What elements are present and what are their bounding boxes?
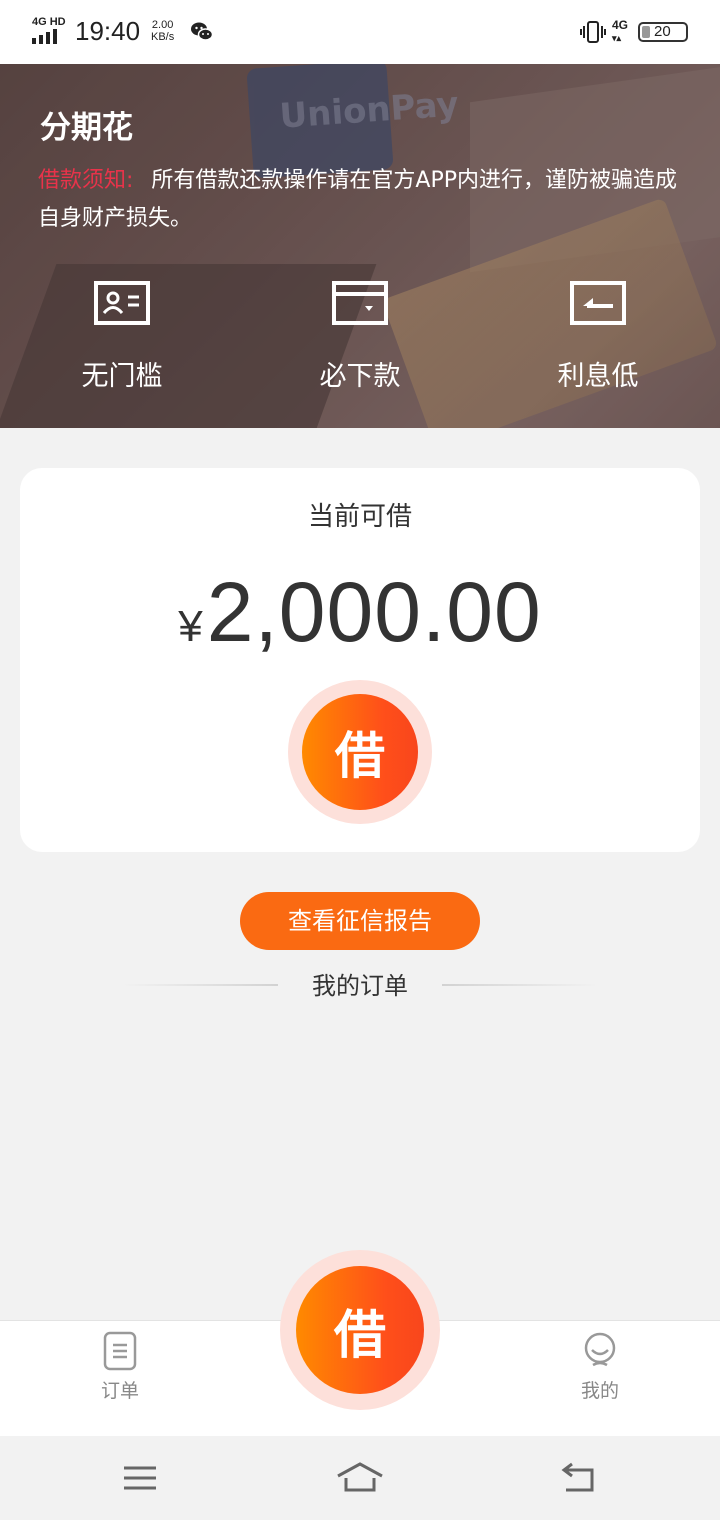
tab-orders-label: 订单 (100, 1380, 139, 1402)
home-icon[interactable] (336, 1460, 384, 1496)
notice-text: 所有借款还款操作请在官方APP内进行，谨防被骗造成自身财产损失。 (38, 168, 678, 231)
feature-label: 必下款 (319, 361, 401, 392)
header-banner: UnionPay 分期花 借款须知: 所有借款还款操作请在官方APP内进行，谨防被… (0, 64, 720, 428)
speed-value: 2.00 (151, 19, 174, 31)
id-card-icon (94, 281, 150, 325)
vibrate-icon (580, 21, 606, 43)
status-bar: 4G HD 19:40 2.00 KB/s 4G ▾▴ 20 (0, 0, 720, 64)
view-credit-report-button[interactable]: 查看征信报告 (240, 892, 480, 950)
divider-right (442, 984, 598, 986)
notice-label: 借款须知: (38, 168, 134, 193)
system-nav-bar (0, 1436, 720, 1520)
available-loan-label: 当前可借 (307, 502, 412, 532)
order-document-icon (103, 1331, 137, 1371)
battery-icon: 20 (638, 22, 688, 42)
return-arrow-icon (570, 281, 626, 325)
my-orders-title: 我的订单 (312, 972, 408, 1000)
app-title: 分期花 (40, 110, 133, 146)
currency-symbol: ¥ (178, 602, 203, 651)
tab-borrow-button[interactable]: 借 (280, 1250, 440, 1410)
user-face-icon (584, 1332, 616, 1367)
mobile-data-label: 4G (612, 18, 629, 32)
mobile-data-indicator: 4G ▾▴ (612, 18, 629, 43)
battery-level: 20 (654, 23, 671, 40)
tab-orders[interactable]: 订单 (75, 1331, 165, 1403)
borrow-button-label: 借 (302, 694, 418, 810)
menu-icon[interactable] (120, 1460, 160, 1496)
signal-icon: 4G HD (32, 16, 68, 44)
feature-low-interest: 利息低 (528, 280, 668, 393)
network-speed: 2.00 KB/s (151, 19, 174, 43)
wallet-icon (332, 281, 388, 325)
available-loan-card: 当前可借 ¥2,000.00 借 (20, 468, 700, 852)
feature-no-threshold: 无门槛 (52, 280, 192, 393)
loan-notice: 借款须知: 所有借款还款操作请在官方APP内进行，谨防被骗造成自身财产损失。 (38, 162, 688, 238)
feature-label: 无门槛 (81, 361, 163, 392)
amount-value: 2,000.00 (206, 565, 542, 659)
speed-unit: KB/s (151, 31, 175, 43)
network-label: 4G HD (32, 16, 66, 28)
status-time: 19:40 (75, 16, 141, 46)
borrow-button[interactable]: 借 (288, 680, 432, 824)
tab-mine[interactable]: 我的 (555, 1331, 645, 1403)
back-icon[interactable] (560, 1460, 600, 1496)
tab-borrow-label: 借 (296, 1266, 424, 1394)
feature-label: 利息低 (557, 361, 639, 392)
wechat-icon (191, 22, 214, 41)
available-loan-amount: ¥2,000.00 (20, 564, 700, 661)
tab-mine-label: 我的 (580, 1380, 619, 1402)
feature-guaranteed: 必下款 (290, 280, 430, 393)
